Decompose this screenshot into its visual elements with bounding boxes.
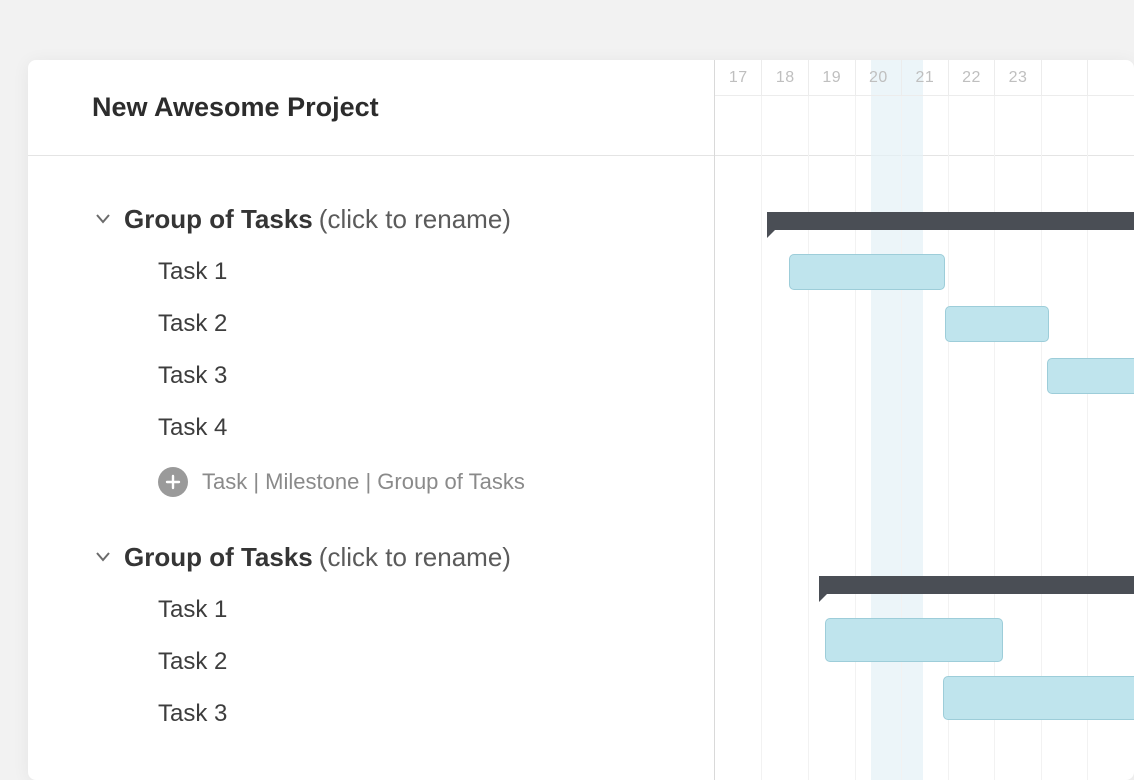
group-header[interactable]: Group of Tasks (click to rename) [96,192,712,246]
date-cell[interactable] [1041,60,1088,96]
task-bar[interactable] [943,676,1134,720]
group-title: Group of Tasks [124,204,313,235]
task-label: Task 1 [158,596,227,624]
task-row[interactable]: Task 1 [98,246,714,298]
task-label: Task 3 [158,700,227,728]
task-list-body: Group of Tasks (click to rename) Task 1 … [28,156,714,740]
group-header[interactable]: Group of Tasks (click to rename) [96,530,712,584]
group-title: Group of Tasks [124,542,313,573]
task-row[interactable]: Task 2 [98,636,714,688]
date-cell[interactable]: 19 [808,60,855,96]
task-list-panel: New Awesome Project Group of Tasks (clic… [28,60,715,780]
task-row[interactable]: Task 2 [98,298,714,350]
date-cell[interactable]: 17 [715,60,761,96]
date-cell[interactable]: 18 [761,60,808,96]
task-row[interactable]: Task 3 [98,350,714,402]
date-cell[interactable]: 21 [901,60,948,96]
task-bar[interactable] [945,306,1049,342]
task-label: Task 3 [158,362,227,390]
project-header: New Awesome Project [28,60,714,156]
task-label: Task 2 [158,310,227,338]
date-cell[interactable] [1087,60,1134,96]
task-row[interactable]: Task 3 [98,688,714,740]
chevron-down-icon[interactable] [96,214,110,224]
plus-icon[interactable] [158,467,188,497]
task-label: Task 4 [158,414,227,442]
gantt-card: New Awesome Project Group of Tasks (clic… [28,60,1134,780]
task-row[interactable]: Task 1 [98,584,714,636]
task-bar[interactable] [825,618,1003,662]
add-item-row[interactable]: Task | Milestone | Group of Tasks [98,454,714,510]
date-cell[interactable]: 23 [994,60,1041,96]
date-cell[interactable]: 22 [948,60,995,96]
group-summary-bar[interactable] [819,576,1134,594]
group-rename-hint: (click to rename) [319,542,511,573]
task-label: Task 2 [158,648,227,676]
group-rename-hint: (click to rename) [319,204,511,235]
task-row[interactable]: Task 4 [98,402,714,454]
task-label: Task 1 [158,258,227,286]
project-title[interactable]: New Awesome Project [92,92,379,123]
add-item-label: Task | Milestone | Group of Tasks [202,469,525,495]
gantt-chart-area [715,156,1134,780]
date-cell[interactable]: 20 [855,60,902,96]
timeline-panel: 17 18 19 20 21 22 23 [715,60,1134,780]
chevron-down-icon[interactable] [96,552,110,562]
group-summary-bar[interactable] [767,212,1134,230]
date-scale: 17 18 19 20 21 22 23 [715,60,1134,96]
task-bar[interactable] [1047,358,1134,394]
task-bar[interactable] [789,254,945,290]
